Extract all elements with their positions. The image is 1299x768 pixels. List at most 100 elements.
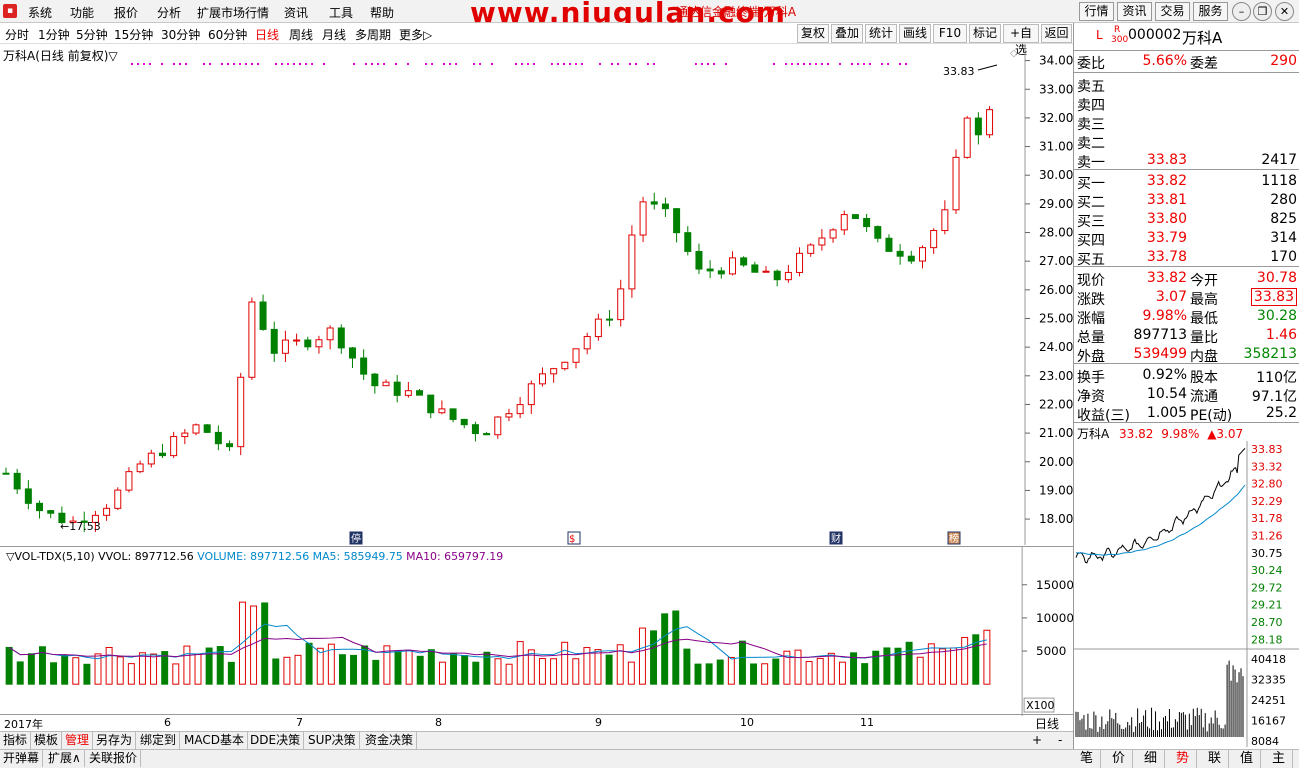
volume-bar [105,646,113,685]
volume-bar [683,648,691,685]
candlestick [136,460,144,474]
quote-tab[interactable]: 主 [1265,749,1293,768]
draw-line-button[interactable]: 画线 [899,24,931,43]
signal-dot [473,63,475,65]
menu-help[interactable]: 帮助 [370,4,394,21]
top-button-quote[interactable]: 行情 [1079,2,1114,21]
signal-dot [905,63,907,65]
intraday-mini-chart[interactable]: 33.83 33.32 32.80 32.29 31.78 31.26 30.75 30.24… [1074,441,1299,747]
event-marker[interactable]: $ [567,531,581,545]
add-watchlist-button[interactable]: +自选 [1003,24,1039,57]
signal-dot [311,63,313,65]
candlestick [494,416,502,439]
menu-system[interactable]: 系统 [28,4,52,21]
menu-extended-market[interactable]: 扩展市场行情 [197,4,269,21]
period-multi[interactable]: 多周期 [355,26,391,43]
zoom-in-icon[interactable]: + [1032,733,1042,747]
top-button-trade[interactable]: 交易 [1155,2,1190,21]
signal-dot [725,63,727,65]
top-button-info[interactable]: 资讯 [1117,2,1152,21]
period-60min[interactable]: 60分钟 [208,26,247,43]
quote-tab[interactable]: 细 [1137,749,1165,768]
tab-save-as[interactable]: 另存为 [93,732,137,749]
period-5min[interactable]: 5分钟 [76,26,108,43]
back-button[interactable]: 返回 [1041,24,1072,43]
mark-button[interactable]: 标记 [969,24,1001,43]
volume-bar [827,652,835,685]
menu-quote[interactable]: 报价 [114,4,138,21]
quote-tab[interactable]: 笔 [1073,749,1101,768]
related-quote-button[interactable]: 关联报价 [86,750,142,767]
quote-tab[interactable]: 联 [1201,749,1229,768]
candlestick [371,372,379,394]
signal-dot [365,63,367,65]
candlestick [527,380,535,414]
candlestick [281,330,289,362]
event-marker[interactable]: 榜 [947,531,961,545]
time-axis-period[interactable]: 日线 [1035,715,1059,732]
menu-function[interactable]: 功能 [70,4,94,21]
candlestick [103,504,111,521]
menu-info[interactable]: 资讯 [284,4,308,21]
signal-dot [773,63,775,65]
quote-tab[interactable]: 价 [1105,749,1133,768]
period-timeshare[interactable]: 分时 [5,26,29,43]
candlestick [125,467,133,493]
volume-bar [838,661,846,685]
mini-price-label: 32.80 [1251,478,1283,491]
period-15min[interactable]: 15分钟 [114,26,153,43]
candlestick [807,243,815,257]
candlestick [639,196,647,243]
app-logo-icon[interactable]: ▪ [3,4,17,18]
candlestick [583,332,591,355]
top-button-service[interactable]: 服务 [1193,2,1228,21]
period-more[interactable]: 更多▷ [399,26,432,43]
extend-button[interactable]: 扩展∧ [45,750,85,767]
period-30min[interactable]: 30分钟 [161,26,200,43]
volume-bar [305,642,313,685]
zoom-out-icon[interactable]: - [1058,733,1062,747]
f10-button[interactable]: F10 [933,24,967,43]
candlestick [538,367,546,387]
signal-dot [791,63,793,65]
adjust-button[interactable]: 复权 [797,24,829,43]
event-marker[interactable]: 财 [829,531,843,545]
candlestick [717,267,725,279]
signal-dot [653,63,655,65]
period-weekly[interactable]: 周线 [289,26,313,43]
volume-chart[interactable]: ▽VOL-TDX(5,10) VVOL: 897712.56 VOLUME: 8… [0,546,1073,716]
candlestick [918,245,926,269]
tab-indicator[interactable]: 指标 [0,732,32,749]
menu-tools[interactable]: 工具 [329,4,353,21]
overlay-button[interactable]: 叠加 [831,24,863,43]
signal-dot [557,63,559,65]
period-daily[interactable]: 日线 [255,26,279,43]
kline-chart[interactable]: 34.00 33.00 32.00 31.00 30.00 29.00 28.00 27.00… [0,44,1073,545]
minimize-icon[interactable]: – [1232,2,1251,21]
period-1min[interactable]: 1分钟 [38,26,70,43]
tab-bind-to[interactable]: 绑定到 [137,732,181,749]
volume-bar [294,654,302,685]
toggle-danmaku[interactable]: 开弹幕 [0,750,44,767]
svg-text:$: $ [569,534,575,545]
tab-manage[interactable]: 管理 [62,732,94,749]
event-marker[interactable]: 停 [349,531,363,545]
candlestick [337,324,345,354]
menu-analysis[interactable]: 分析 [157,4,181,21]
statistics-button[interactable]: 统计 [865,24,897,43]
tab-macd[interactable]: MACD基本 [181,732,248,749]
signal-dot [569,63,571,65]
signal-dot [287,63,289,65]
quote-tab[interactable]: 势 [1169,749,1197,768]
signal-dot [239,63,241,65]
tab-fund[interactable]: 资金决策 [362,732,418,749]
restore-icon[interactable]: ❐ [1253,2,1272,21]
period-monthly[interactable]: 月线 [322,26,346,43]
close-icon[interactable]: ✕ [1275,2,1294,21]
tab-template[interactable]: 模板 [31,732,63,749]
tab-sup[interactable]: SUP决策 [305,732,360,749]
stock-chart-label: 万科A(日线 前复权)▽ [3,49,118,63]
volume-bar [861,663,869,685]
quote-tab[interactable]: 值 [1233,749,1261,768]
tab-dde[interactable]: DDE决策 [247,732,305,749]
